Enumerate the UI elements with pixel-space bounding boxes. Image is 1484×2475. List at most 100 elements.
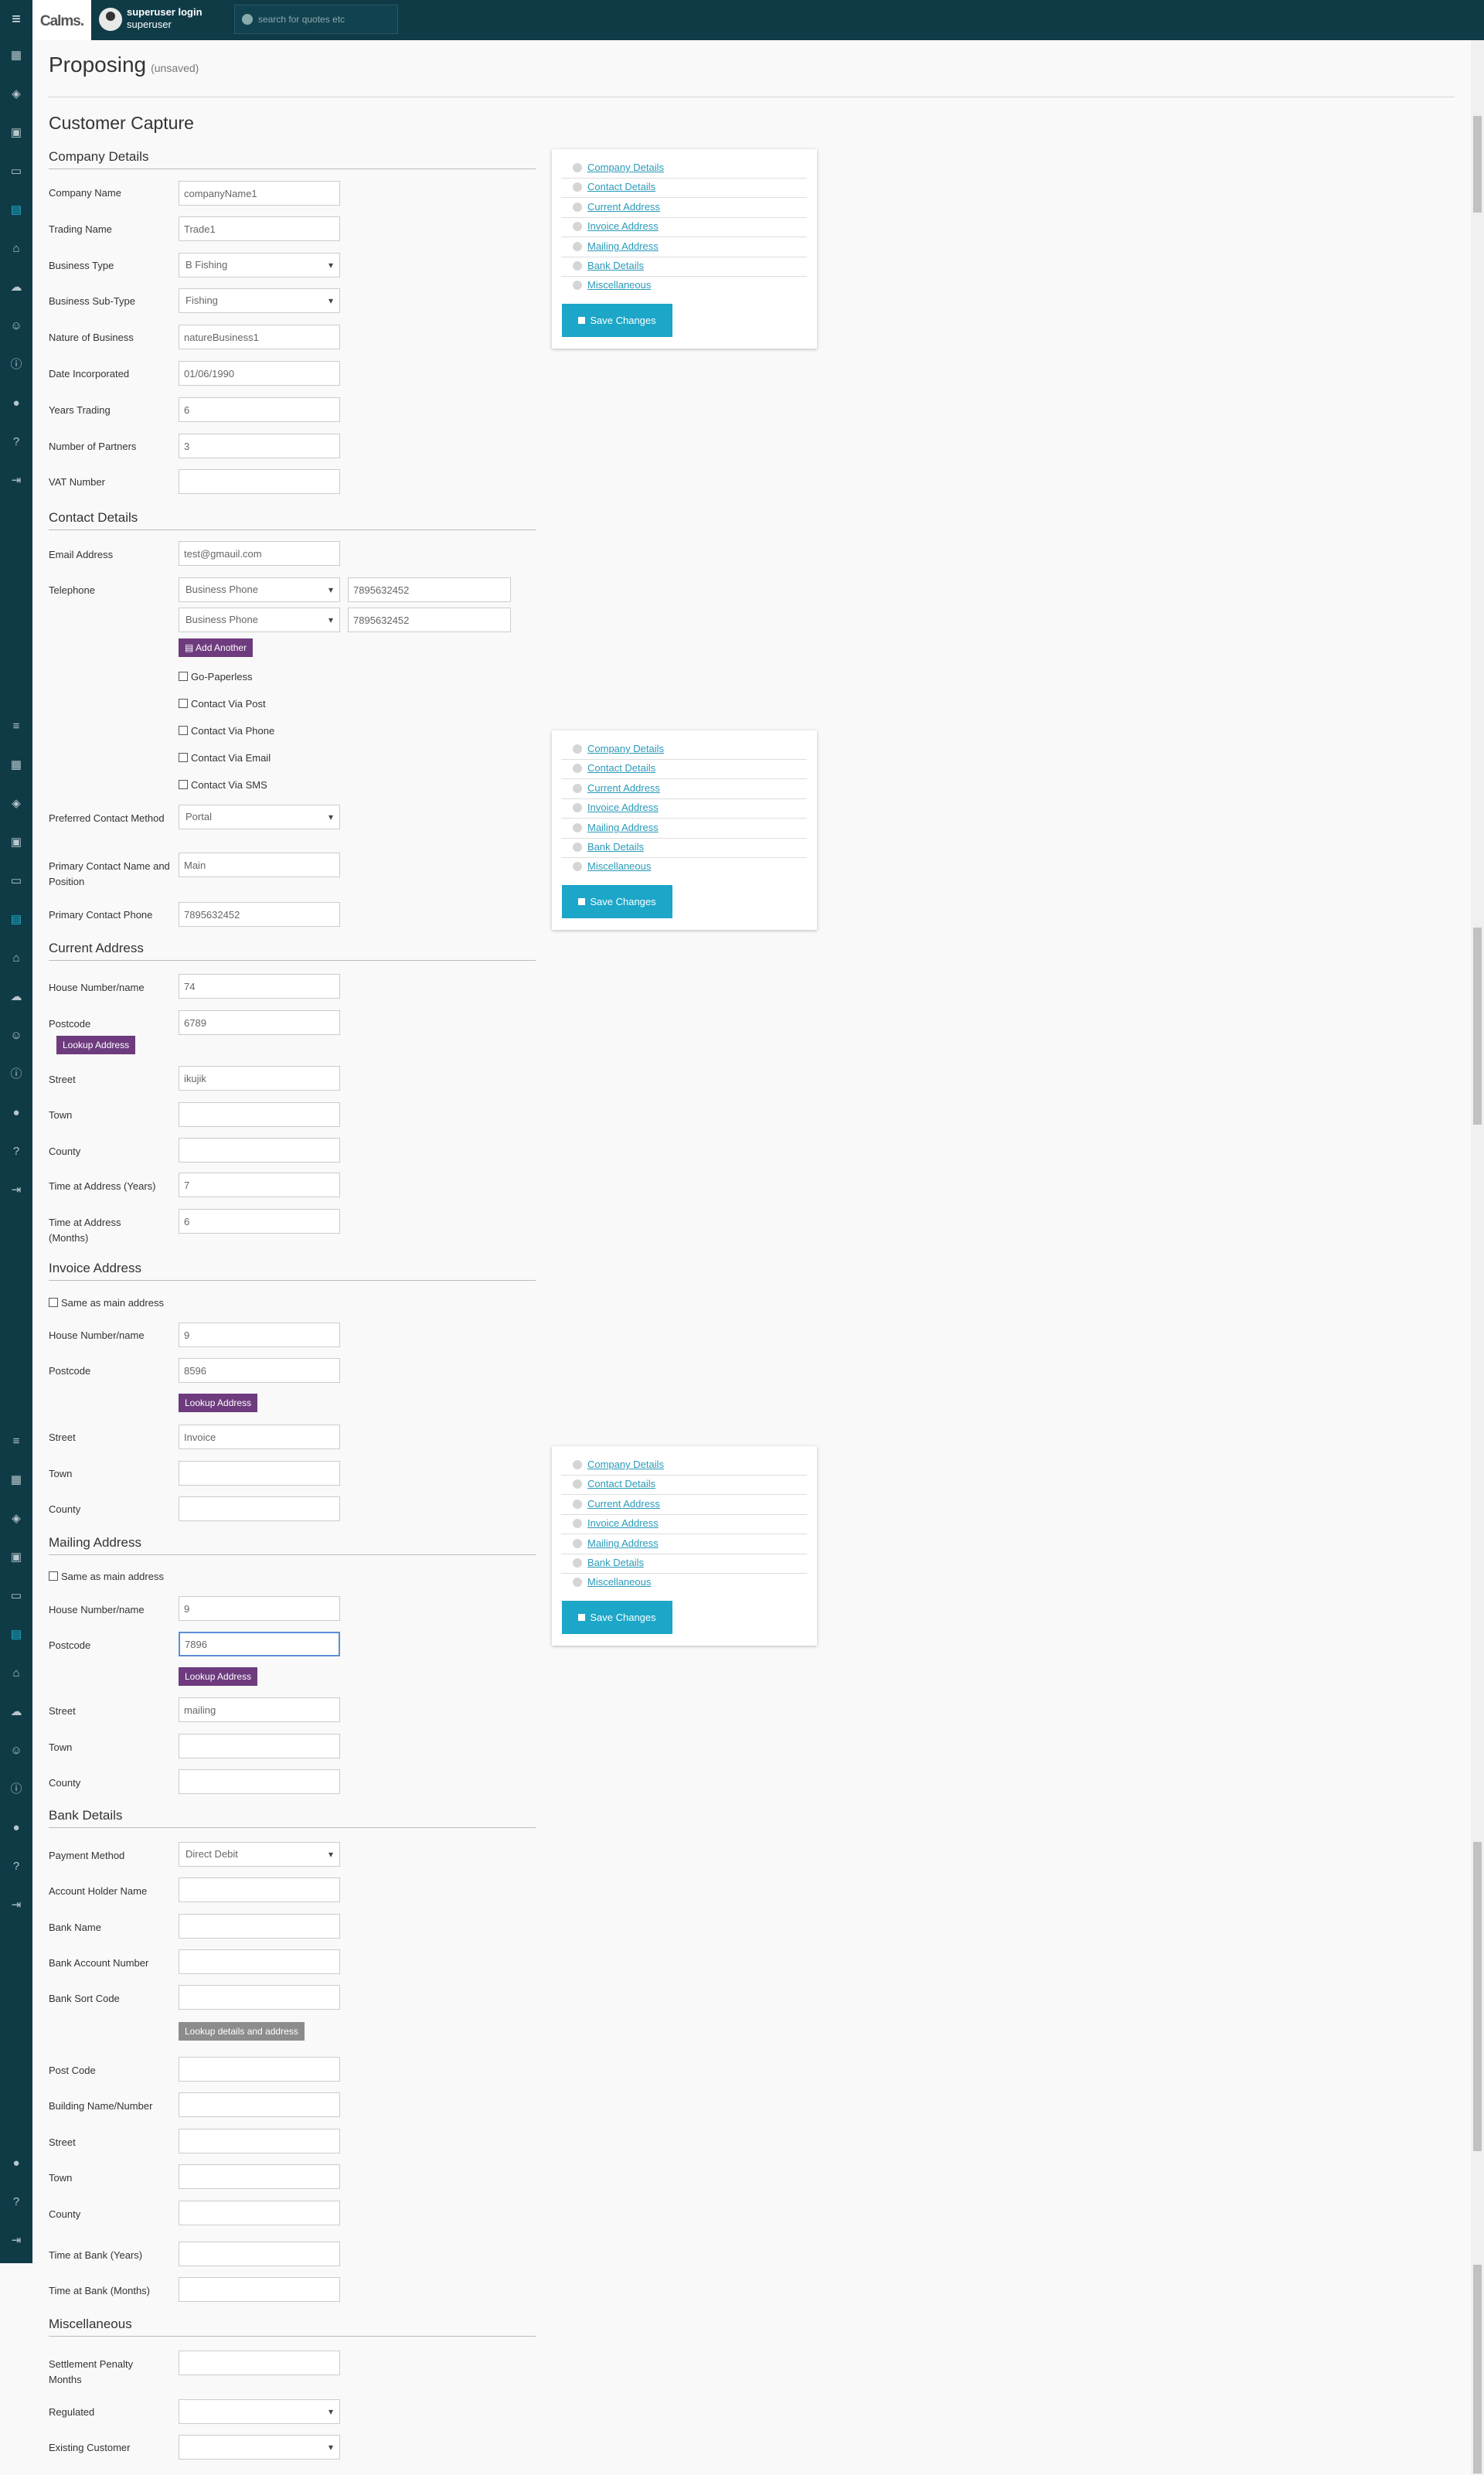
users-icon[interactable]: ☺ bbox=[0, 1026, 32, 1045]
time-at-bank-months-input[interactable] bbox=[179, 2277, 340, 2302]
county-input[interactable] bbox=[179, 1138, 340, 1163]
save-changes-button[interactable]: Save Changes bbox=[562, 304, 672, 337]
bank-name-input[interactable] bbox=[179, 1914, 340, 1939]
logout-icon[interactable]: ⇥ bbox=[0, 1896, 32, 1915]
nav-link-contact[interactable]: Contact Details bbox=[561, 179, 807, 198]
lookup-address-button[interactable]: Lookup Address bbox=[56, 1036, 136, 1054]
menu-icon[interactable]: ≡ bbox=[0, 717, 32, 736]
time-at-address-months-input[interactable] bbox=[179, 1209, 340, 1234]
logout-icon[interactable]: ⇥ bbox=[0, 1181, 32, 1200]
nav-link-invoice-address[interactable]: Invoice Address bbox=[561, 799, 807, 819]
help-icon[interactable]: ? bbox=[0, 1857, 32, 1876]
user-icon[interactable]: ● bbox=[0, 1819, 32, 1837]
nav-link-company[interactable]: Company Details bbox=[561, 740, 807, 760]
logout-icon[interactable]: ⇥ bbox=[0, 2232, 32, 2250]
nav-link-company[interactable]: Company Details bbox=[561, 159, 807, 179]
scrollbar-thumb[interactable] bbox=[1473, 116, 1482, 213]
message-icon[interactable]: ▭ bbox=[0, 872, 32, 890]
cloud-upload-icon[interactable]: ☁ bbox=[0, 1703, 32, 1721]
payment-method-select[interactable]: Direct Debit bbox=[179, 1842, 340, 1867]
bank-icon[interactable]: ⌂ bbox=[0, 1664, 32, 1683]
number-of-partners-input[interactable] bbox=[179, 434, 340, 458]
layers-icon[interactable]: ◈ bbox=[0, 1510, 32, 1528]
town-input[interactable] bbox=[179, 1734, 340, 1758]
dashboard-icon[interactable]: ▦ bbox=[0, 46, 32, 65]
contact-card-icon[interactable]: ▤ bbox=[0, 201, 32, 220]
years-trading-input[interactable] bbox=[179, 397, 340, 422]
bank-sort-code-input[interactable] bbox=[179, 1985, 340, 2010]
menu-icon[interactable]: ≡ bbox=[0, 0, 32, 40]
go-paperless-checkbox[interactable]: Go-Paperless bbox=[179, 670, 252, 684]
bank-icon[interactable]: ⌂ bbox=[0, 949, 32, 968]
account-holder-input[interactable] bbox=[179, 1878, 340, 1902]
time-at-bank-years-input[interactable] bbox=[179, 2242, 340, 2266]
nav-link-misc[interactable]: Miscellaneous bbox=[561, 1574, 807, 1593]
trading-name-input[interactable] bbox=[179, 216, 340, 241]
save-changes-button[interactable]: Save Changes bbox=[562, 885, 672, 918]
mailing-same-as-main-checkbox[interactable]: Same as main address bbox=[49, 1570, 164, 1584]
house-input[interactable] bbox=[179, 974, 340, 999]
nav-link-bank[interactable]: Bank Details bbox=[561, 1554, 807, 1574]
bank-account-number-input[interactable] bbox=[179, 1949, 340, 1974]
scrollbar-thumb[interactable] bbox=[1473, 928, 1482, 1125]
message-icon[interactable]: ▭ bbox=[0, 162, 32, 181]
menu-icon[interactable]: ≡ bbox=[0, 1432, 32, 1451]
town-input[interactable] bbox=[179, 1461, 340, 1486]
user-icon[interactable]: ● bbox=[0, 1104, 32, 1122]
nav-link-misc[interactable]: Miscellaneous bbox=[561, 277, 807, 296]
nav-link-invoice-address[interactable]: Invoice Address bbox=[561, 1515, 807, 1534]
wallet-icon[interactable]: ▣ bbox=[0, 124, 32, 142]
town-input[interactable] bbox=[179, 2164, 340, 2189]
house-input[interactable] bbox=[179, 1596, 340, 1621]
nav-link-current-address[interactable]: Current Address bbox=[561, 199, 807, 218]
settlement-penalty-input[interactable] bbox=[179, 2351, 340, 2375]
contact-card-icon[interactable]: ▤ bbox=[0, 911, 32, 929]
search-input[interactable] bbox=[258, 12, 393, 27]
regulated-select[interactable] bbox=[179, 2399, 340, 2424]
nav-link-current-address[interactable]: Current Address bbox=[561, 1496, 807, 1515]
building-input[interactable] bbox=[179, 2092, 340, 2117]
nav-link-current-address[interactable]: Current Address bbox=[561, 780, 807, 799]
primary-contact-name-input[interactable] bbox=[179, 853, 340, 877]
user-menu[interactable]: superuser login superuser bbox=[96, 5, 227, 36]
info-icon[interactable]: ⓘ bbox=[0, 1780, 32, 1799]
nav-link-mailing-address[interactable]: Mailing Address bbox=[561, 1535, 807, 1554]
help-icon[interactable]: ? bbox=[0, 2193, 32, 2211]
scrollbar-thumb[interactable] bbox=[1473, 1842, 1482, 2151]
logout-icon[interactable]: ⇥ bbox=[0, 472, 32, 490]
cloud-upload-icon[interactable]: ☁ bbox=[0, 278, 32, 297]
time-at-address-years-input[interactable] bbox=[179, 1173, 340, 1197]
county-input[interactable] bbox=[179, 1769, 340, 1794]
help-icon[interactable]: ? bbox=[0, 433, 32, 451]
cloud-upload-icon[interactable]: ☁ bbox=[0, 988, 32, 1006]
nav-link-mailing-address[interactable]: Mailing Address bbox=[561, 819, 807, 839]
nav-link-company[interactable]: Company Details bbox=[561, 1456, 807, 1476]
nav-link-mailing-address[interactable]: Mailing Address bbox=[561, 238, 807, 257]
dashboard-icon[interactable]: ▦ bbox=[0, 1471, 32, 1489]
search-box[interactable] bbox=[234, 5, 398, 34]
nav-link-bank[interactable]: Bank Details bbox=[561, 257, 807, 277]
street-input[interactable] bbox=[179, 1697, 340, 1722]
nav-link-contact[interactable]: Contact Details bbox=[561, 760, 807, 779]
users-icon[interactable]: ☺ bbox=[0, 1741, 32, 1760]
date-incorporated-input[interactable] bbox=[179, 361, 340, 386]
phone-type-select[interactable]: Business Phone bbox=[179, 577, 340, 602]
lookup-address-button[interactable]: Lookup Address bbox=[179, 1394, 258, 1412]
primary-contact-phone-input[interactable] bbox=[179, 902, 340, 927]
phone-number-input[interactable] bbox=[348, 577, 511, 602]
vat-number-input[interactable] bbox=[179, 469, 340, 494]
lookup-address-button[interactable]: Lookup Address bbox=[179, 1667, 258, 1686]
bank-icon[interactable]: ⌂ bbox=[0, 240, 32, 258]
postcode-input[interactable] bbox=[179, 1358, 340, 1383]
county-input[interactable] bbox=[179, 1496, 340, 1521]
user-icon[interactable]: ● bbox=[0, 394, 32, 413]
layers-icon[interactable]: ◈ bbox=[0, 85, 32, 104]
street-input[interactable] bbox=[179, 1066, 340, 1091]
contact-card-icon[interactable]: ▤ bbox=[0, 1626, 32, 1644]
postcode-input[interactable] bbox=[179, 1010, 340, 1035]
preferred-contact-select[interactable]: Portal bbox=[179, 805, 340, 829]
street-input[interactable] bbox=[179, 2129, 340, 2153]
users-icon[interactable]: ☺ bbox=[0, 317, 32, 335]
nav-link-contact[interactable]: Contact Details bbox=[561, 1476, 807, 1495]
help-icon[interactable]: ? bbox=[0, 1142, 32, 1161]
